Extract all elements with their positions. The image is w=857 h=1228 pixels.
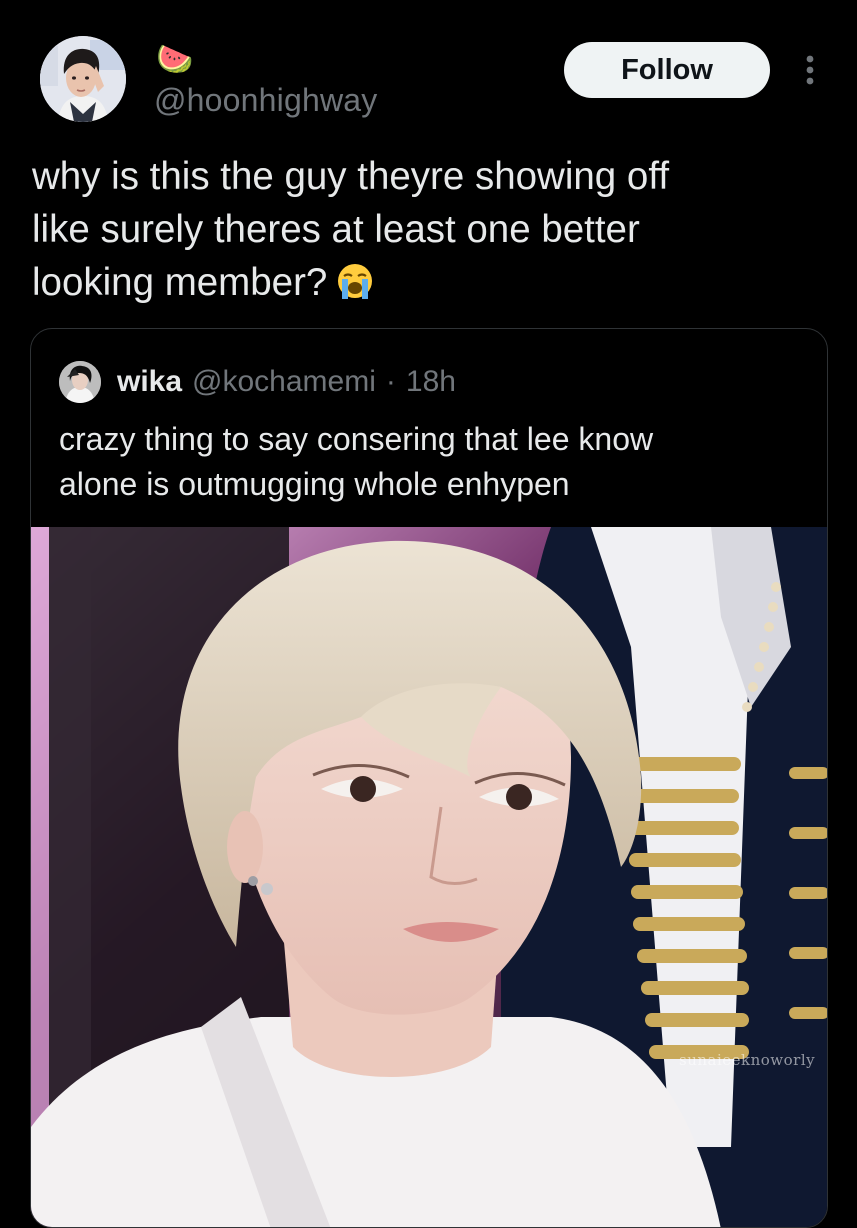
quote-media-image[interactable]: sunaieeknoworly (31, 527, 827, 1227)
quote-author-avatar[interactable] (59, 361, 101, 403)
watermelon-emoji-icon: 🍉 (156, 43, 194, 76)
quote-header: wika @kochamemi · 18h (59, 359, 456, 405)
quote-text: crazy thing to say consering that lee kn… (59, 417, 819, 507)
more-dots-icon (806, 55, 814, 85)
display-name[interactable]: 🍉 (156, 38, 193, 82)
portrait-photo (31, 527, 827, 1227)
quote-author-name[interactable]: wika (117, 365, 182, 399)
quote-tweet-card[interactable]: wika @kochamemi · 18h crazy thing to say… (30, 328, 828, 1228)
tweet-header: 🍉 @hoonhighway Follow (40, 36, 830, 132)
quote-author-handle[interactable]: @kochamemi (192, 365, 376, 399)
quote-timestamp[interactable]: 18h (406, 365, 456, 399)
more-options-button[interactable] (792, 48, 828, 92)
crying-face-icon (335, 261, 375, 315)
quote-text-line: crazy thing to say consering that lee kn… (59, 421, 654, 457)
author-handle[interactable]: @hoonhighway (154, 82, 377, 119)
author-avatar[interactable] (40, 36, 126, 122)
tweet-text: why is this the guy theyre showing off l… (32, 150, 812, 315)
tweet-text-line: why is this the guy theyre showing off (32, 155, 670, 198)
quote-text-line: alone is outmugging whole enhypen (59, 466, 570, 502)
tweet-text-line-content: looking member? (32, 261, 328, 304)
quote-separator: · (385, 365, 396, 398)
follow-button[interactable]: Follow (564, 42, 770, 98)
tweet-text-line: like surely theres at least one better (32, 208, 640, 251)
media-watermark: sunaieeknoworly (679, 1051, 816, 1069)
tweet-text-line: looking member? (32, 256, 812, 315)
